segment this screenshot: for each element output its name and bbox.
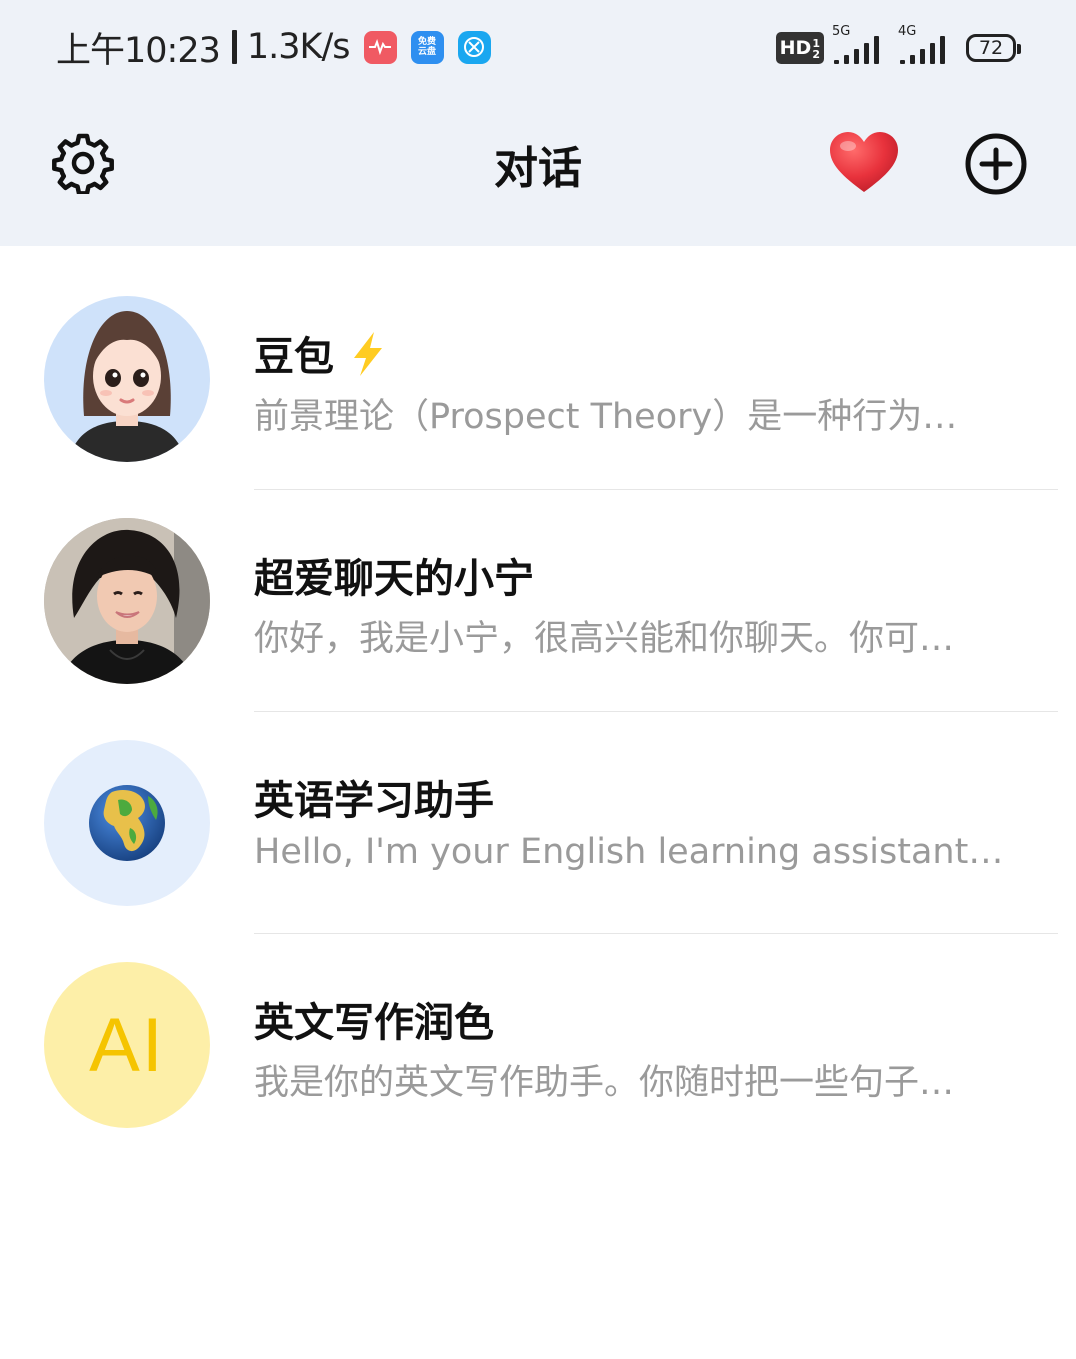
status-left: 上午10:23 1.3K/s 免费 云盘: [56, 24, 491, 71]
conversation-item-xiaoning[interactable]: 超爱聊天的小宁 你好，我是小宁，很高兴能和你聊天。你可…: [0, 498, 1076, 720]
hd-sub-top: 1: [812, 36, 820, 50]
plus-circle-icon: [965, 133, 1027, 195]
battery-icon: 72: [966, 34, 1021, 62]
heart-icon: [830, 132, 898, 192]
battery-level: 72: [978, 37, 1004, 59]
conversation-preview: 我是你的英文写作助手。你随时把一些句子…: [254, 1063, 955, 1103]
divider: [254, 711, 1058, 712]
conversation-name: 英文写作润色: [254, 1000, 494, 1046]
conversation-name: 超爱聊天的小宁: [254, 556, 534, 602]
hd-sub-bottom: 2: [812, 47, 820, 61]
divider: [254, 489, 1058, 490]
favorites-button[interactable]: [828, 130, 900, 196]
sim2-signal-icon: 4G: [898, 24, 950, 68]
conversation-item-english-assistant[interactable]: 英语学习助手 Hello, I'm your English learning …: [0, 720, 1076, 942]
status-time: 上午10:23: [56, 30, 221, 71]
conversation-preview: 你好，我是小宁，很高兴能和你聊天。你可…: [254, 619, 955, 659]
photo-girl-avatar: [44, 518, 210, 684]
cloud-icon-text-top: 免费: [418, 37, 437, 47]
conversation-title: 豆包: [254, 324, 388, 388]
sim1-signal-icon: 5G: [832, 24, 884, 68]
conversation-preview: Hello, I'm your English learning assista…: [254, 832, 1004, 872]
cloud-icon-text-bottom: 云盘: [418, 47, 437, 57]
sim2-network-type: 4G: [898, 24, 917, 39]
security-app-icon: [457, 30, 491, 64]
lightning-icon: [348, 330, 388, 388]
conversation-name: 豆包: [254, 334, 334, 380]
conversation-item-doubao[interactable]: 豆包 前景理论（Prospect Theory）是一种行为…: [0, 276, 1076, 498]
network-speed: 1.3K/s: [246, 27, 351, 67]
divider: [254, 933, 1058, 934]
conversation-name: 英语学习助手: [254, 778, 494, 824]
status-bar: 上午10:23 1.3K/s 免费 云盘 HD 1 2 5G 4G 72: [0, 0, 1076, 96]
hd-label: HD: [779, 37, 812, 59]
status-separator: [231, 30, 237, 64]
cartoon-girl-avatar: [44, 296, 210, 462]
page-title: 对话: [494, 143, 582, 194]
status-right: HD 1 2 5G 4G 72: [775, 24, 1021, 68]
globe-avatar: [44, 740, 210, 906]
conversation-item-writing-polish[interactable]: AI 英文写作润色 我是你的英文写作助手。你随时把一些句子…: [0, 942, 1076, 1164]
ai-avatar-text: AI: [89, 1002, 165, 1088]
hd-voice-badge: HD 1 2: [775, 32, 824, 64]
cloud-app-icon: 免费 云盘: [410, 30, 444, 64]
ai-text-avatar: AI: [44, 962, 210, 1128]
sim1-network-type: 5G: [832, 24, 851, 39]
conversation-preview: 前景理论（Prospect Theory）是一种行为…: [254, 397, 958, 437]
new-chat-button[interactable]: [964, 132, 1028, 196]
health-app-icon: [363, 30, 397, 64]
